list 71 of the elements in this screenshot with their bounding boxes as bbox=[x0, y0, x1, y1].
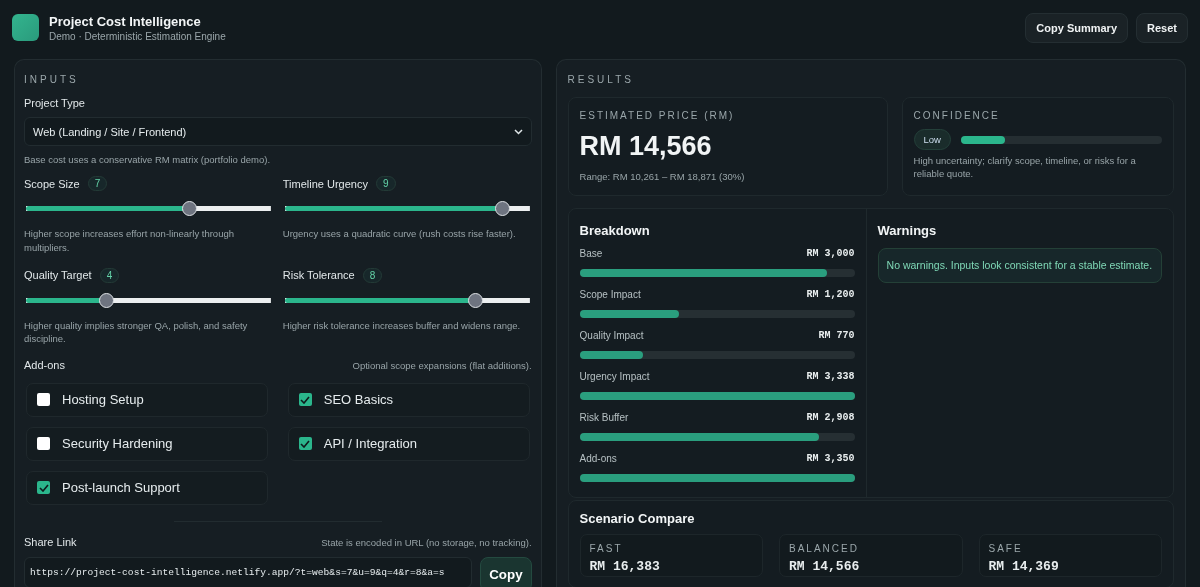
breakdown-amount: RM 1,200 bbox=[806, 289, 855, 301]
value-badge: 4 bbox=[99, 267, 120, 283]
scenario-price: RM 16,383 bbox=[589, 559, 661, 575]
card-title: Scenario Compare bbox=[579, 511, 696, 527]
addon-option[interactable]: SEO Basics bbox=[287, 382, 530, 417]
slider-thumb[interactable] bbox=[467, 292, 483, 308]
reset-button[interactable]: Reset bbox=[1136, 12, 1188, 43]
breakdown-label: Risk Buffer bbox=[579, 412, 629, 424]
confidence-note: High uncertainty; clarify scope, timeline, or risks for a reliable quote. bbox=[913, 154, 1137, 181]
breakdown-label: Add-ons bbox=[579, 453, 617, 465]
scenario-label: FAST bbox=[589, 543, 624, 555]
value-badge: 8 bbox=[362, 267, 383, 283]
project-type-select[interactable]: Web (Landing / Site / Frontend) bbox=[24, 117, 532, 146]
share-link-field[interactable]: https://project-cost-intelligence.netlify.app/?t=web&s=7&u=9&q=4&r=8&a=s bbox=[24, 557, 473, 587]
help-text: Higher scope increases effort non-linearly through multipliers. bbox=[24, 227, 235, 254]
checkbox[interactable] bbox=[37, 437, 50, 451]
copy-summary-button[interactable]: Copy Summary bbox=[1025, 12, 1129, 43]
section-heading: INPUTS bbox=[24, 74, 80, 85]
card-title: Warnings bbox=[877, 223, 938, 239]
slider-thumb[interactable] bbox=[98, 292, 114, 308]
slider-thumb[interactable] bbox=[182, 201, 197, 217]
value-badge: 7 bbox=[87, 176, 108, 192]
app-subtitle: Demo · Deterministic Estimation Engine bbox=[49, 30, 227, 42]
estimated-price: RM 14,566 bbox=[579, 131, 713, 162]
app-title: Project Cost Intelligence bbox=[49, 13, 202, 29]
section-label: Add-ons bbox=[24, 359, 65, 372]
help-text: Higher quality implies stronger QA, polish, and safety discipline. bbox=[24, 318, 249, 346]
help-text: Base cost uses a conservative RM matrix (portfolio demo). bbox=[24, 153, 272, 167]
slider-label: Timeline Urgency bbox=[282, 177, 368, 190]
chevron-icon bbox=[513, 128, 523, 135]
addon-option[interactable]: Post-launch Support bbox=[26, 470, 268, 505]
copy-button[interactable]: Copy bbox=[480, 557, 532, 587]
scenario-label: BALANCED bbox=[789, 543, 860, 555]
breakdown-amount: RM 3,350 bbox=[806, 453, 855, 465]
section-label: Share Link bbox=[24, 535, 77, 548]
range-text: Range: RM 10,261 – RM 18,871 (30%) bbox=[579, 170, 746, 184]
slider-label: Risk Tolerance bbox=[282, 269, 355, 282]
addon-option[interactable]: Hosting Setup bbox=[26, 382, 268, 417]
value-badge: 9 bbox=[375, 176, 396, 192]
scenario-price: RM 14,369 bbox=[988, 559, 1060, 575]
note-text: State is encoded in URL (no storage, no tracking). bbox=[321, 535, 532, 550]
breakdown-label: Base bbox=[579, 248, 603, 260]
field-label: Project Type bbox=[24, 97, 86, 109]
checkbox[interactable] bbox=[298, 437, 312, 451]
checkbox[interactable] bbox=[298, 393, 312, 407]
addon-option[interactable]: API / Integration bbox=[287, 426, 530, 461]
help-text: Higher risk tolerance increases buffer and widens range. bbox=[282, 318, 522, 333]
breakdown-label: Quality Impact bbox=[579, 330, 644, 342]
slider-label: Scope Size bbox=[24, 177, 80, 190]
slider-label: Quality Target bbox=[24, 269, 92, 282]
scenario-price: RM 14,566 bbox=[789, 559, 861, 575]
checkbox[interactable] bbox=[37, 393, 50, 407]
card-title: Breakdown bbox=[579, 223, 651, 239]
breakdown-amount: RM 2,908 bbox=[806, 412, 855, 424]
confidence-badge: Low bbox=[913, 129, 951, 150]
help-text: Urgency uses a quadratic curve (rush costs rise faster). bbox=[282, 227, 517, 241]
section-heading: RESULTS bbox=[567, 74, 635, 85]
breakdown-amount: RM 3,000 bbox=[806, 248, 855, 260]
checkbox[interactable] bbox=[37, 481, 50, 495]
warning-message: No warnings. Inputs look consistent for a stable estimate. bbox=[877, 248, 1162, 283]
card-label: ESTIMATED PRICE (RM) bbox=[579, 110, 736, 121]
breakdown-amount: RM 3,338 bbox=[806, 371, 855, 383]
addon-option[interactable]: Security Hardening bbox=[26, 426, 268, 461]
app-logo-icon bbox=[12, 14, 39, 41]
note-text: Optional scope expansions (flat additions). bbox=[352, 359, 532, 373]
breakdown-label: Urgency Impact bbox=[579, 371, 650, 383]
card-label: CONFIDENCE bbox=[913, 110, 1001, 121]
breakdown-amount: RM 770 bbox=[818, 330, 855, 342]
scenario-label: SAFE bbox=[988, 543, 1024, 555]
breakdown-label: Scope Impact bbox=[579, 289, 641, 301]
slider-thumb[interactable] bbox=[494, 201, 510, 217]
